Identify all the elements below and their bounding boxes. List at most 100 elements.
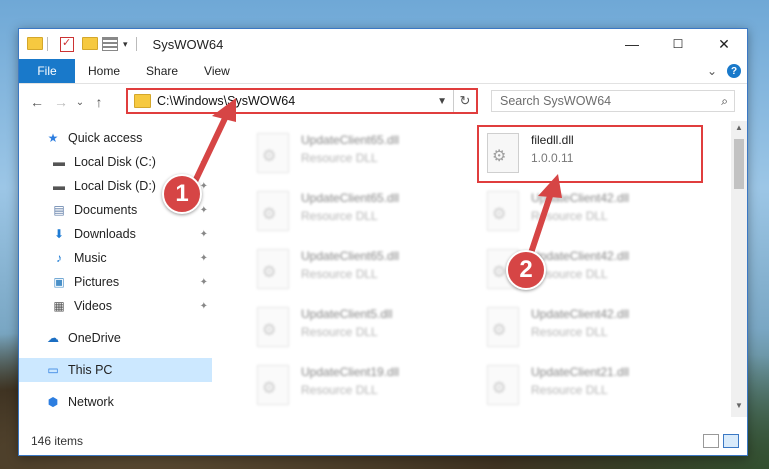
file-item[interactable]: UpdateClient42.dll Resource DLL (479, 303, 709, 355)
sidebar-item-label: Documents (74, 203, 138, 217)
file-description: Resource DLL (301, 267, 378, 281)
file-name: UpdateClient42.dll (531, 249, 630, 263)
refresh-button[interactable]: ↻ (453, 90, 476, 112)
dll-file-icon (487, 365, 519, 405)
dll-file-icon (487, 191, 519, 231)
file-item[interactable]: UpdateClient42.dll Resource DLL (479, 187, 709, 239)
status-bar: 146 items (19, 427, 747, 455)
network-icon: ⬢ (47, 395, 59, 409)
file-name: UpdateClient19.dll (301, 365, 400, 379)
title-bar: ▾ SysWOW64 — ☐ ✕ (19, 29, 747, 59)
search-icon[interactable]: ⌕ (721, 94, 728, 109)
sidebar-item-this-pc[interactable]: ▭ This PC (19, 358, 212, 382)
tiles-view-button[interactable] (723, 434, 739, 448)
up-button[interactable]: ↑ (87, 94, 111, 110)
file-name: UpdateClient42.dll (531, 191, 630, 205)
dll-file-icon (257, 307, 289, 347)
window-title: SysWOW64 (152, 36, 224, 52)
navigation-bar: ← → ⌄ ↑ C:\Windows\SysWOW64 ▼ ↻ Search S… (19, 84, 747, 120)
pin-icon: ✦ (199, 276, 208, 288)
customize-toolbar-chevron-icon[interactable]: ▾ (123, 39, 128, 50)
sidebar-item-label: Local Disk (D:) (74, 179, 156, 193)
music-icon: ♪ (56, 251, 62, 265)
address-history-chevron-icon[interactable]: ▼ (437, 96, 453, 107)
sidebar-item-label: Downloads (74, 227, 136, 241)
tab-home[interactable]: Home (75, 59, 133, 83)
file-description: Resource DLL (531, 209, 608, 223)
computer-icon: ▭ (47, 363, 59, 377)
back-button[interactable]: ← (25, 94, 49, 110)
help-icon[interactable]: ? (727, 64, 741, 78)
toolbar-divider (135, 37, 137, 51)
sidebar-item-pictures[interactable]: ▣ Pictures ✦ (19, 270, 212, 294)
file-item[interactable]: UpdateClient65.dll Resource DLL (249, 245, 479, 297)
sidebar-item-label: OneDrive (68, 331, 121, 345)
file-name: UpdateClient65.dll (301, 249, 400, 263)
file-item[interactable]: UpdateClient5.dll Resource DLL (249, 303, 479, 355)
recent-locations-button[interactable]: ⌄ (73, 97, 87, 108)
star-icon: ★ (47, 131, 59, 145)
sidebar-item-network[interactable]: ⬢ Network (19, 390, 212, 414)
search-input[interactable]: Search SysWOW64 (500, 94, 611, 108)
properties-check-icon[interactable] (60, 36, 74, 52)
scroll-thumb[interactable] (734, 139, 744, 189)
toolbar-divider (47, 37, 48, 51)
file-name: UpdateClient65.dll (301, 133, 400, 147)
sidebar-item-music[interactable]: ♪ Music ✦ (19, 246, 212, 270)
file-item[interactable]: UpdateClient65.dll Resource DLL (249, 129, 479, 181)
file-description: Resource DLL (301, 209, 378, 223)
file-name: UpdateClient5.dll (301, 307, 393, 321)
navigation-pane: ★ Quick access ▬ Local Disk (C:) ✦ ▬ Local Dis… (19, 121, 212, 417)
sidebar-item-label: Network (68, 395, 114, 409)
sidebar-item-onedrive[interactable]: ☁ OneDrive (19, 326, 212, 350)
sidebar-item-label: Music (74, 251, 107, 265)
details-view-button[interactable] (703, 434, 719, 448)
sidebar-item-label: Pictures (74, 275, 120, 289)
dll-file-icon (257, 191, 289, 231)
close-button[interactable]: ✕ (701, 29, 747, 59)
pictures-icon: ▣ (53, 275, 65, 289)
item-count: 146 items (31, 434, 84, 448)
ribbon-tabs: File Home Share View ⌄ ? (19, 59, 747, 84)
file-item[interactable]: UpdateClient65.dll Resource DLL (249, 187, 479, 239)
file-item[interactable]: UpdateClient19.dll Resource DLL (249, 361, 479, 413)
sidebar-item-videos[interactable]: ▦ Videos ✦ (19, 294, 212, 318)
file-name: UpdateClient42.dll (531, 307, 630, 321)
pin-icon: ✦ (199, 252, 208, 264)
forward-button[interactable]: → (49, 94, 73, 110)
tab-view[interactable]: View (191, 59, 243, 83)
tab-share[interactable]: Share (133, 59, 191, 83)
scroll-down-button[interactable]: ▼ (731, 401, 747, 415)
videos-icon: ▦ (53, 299, 65, 313)
sidebar-item-quick-access[interactable]: ★ Quick access (19, 126, 212, 150)
file-description: Resource DLL (301, 383, 378, 397)
sidebar-item-downloads[interactable]: ⬇ Downloads ✦ (19, 222, 212, 246)
properties-icon[interactable] (102, 37, 118, 51)
address-bar[interactable]: C:\Windows\SysWOW64 ▼ ↻ (126, 88, 478, 114)
downloads-icon: ⬇ (53, 227, 65, 241)
file-item[interactable]: UpdateClient21.dll Resource DLL (479, 361, 709, 413)
sidebar-item-label: Quick access (68, 131, 143, 145)
sidebar-item-label: Videos (74, 299, 112, 313)
sidebar-item-label: Local Disk (C:) (74, 155, 156, 169)
new-folder-icon[interactable] (82, 37, 98, 51)
maximize-button[interactable]: ☐ (655, 29, 701, 59)
sidebar-item-local-disk-c[interactable]: ▬ Local Disk (C:) ✦ (19, 150, 212, 174)
tab-file[interactable]: File (19, 59, 75, 83)
annotation-badge-1: 1 (162, 174, 202, 214)
minimize-button[interactable]: — (609, 29, 655, 59)
folder-icon (134, 94, 151, 108)
search-box[interactable]: Search SysWOW64 ⌕ (491, 90, 735, 112)
pin-icon: ✦ (199, 228, 208, 240)
file-explorer-window: ▾ SysWOW64 — ☐ ✕ File Home Share View ⌄ … (18, 28, 748, 456)
scroll-up-button[interactable]: ▲ (731, 123, 747, 137)
pin-icon: ✦ (199, 156, 208, 168)
address-path[interactable]: C:\Windows\SysWOW64 (157, 94, 295, 108)
folder-icon (27, 37, 43, 51)
dll-file-icon (257, 133, 289, 173)
expand-ribbon-chevron-icon[interactable]: ⌄ (707, 64, 717, 78)
drive-icon: ▬ (53, 155, 65, 169)
file-description: Resource DLL (301, 325, 378, 339)
vertical-scrollbar[interactable]: ▲ ▼ (731, 121, 747, 417)
pin-icon: ✦ (199, 300, 208, 312)
